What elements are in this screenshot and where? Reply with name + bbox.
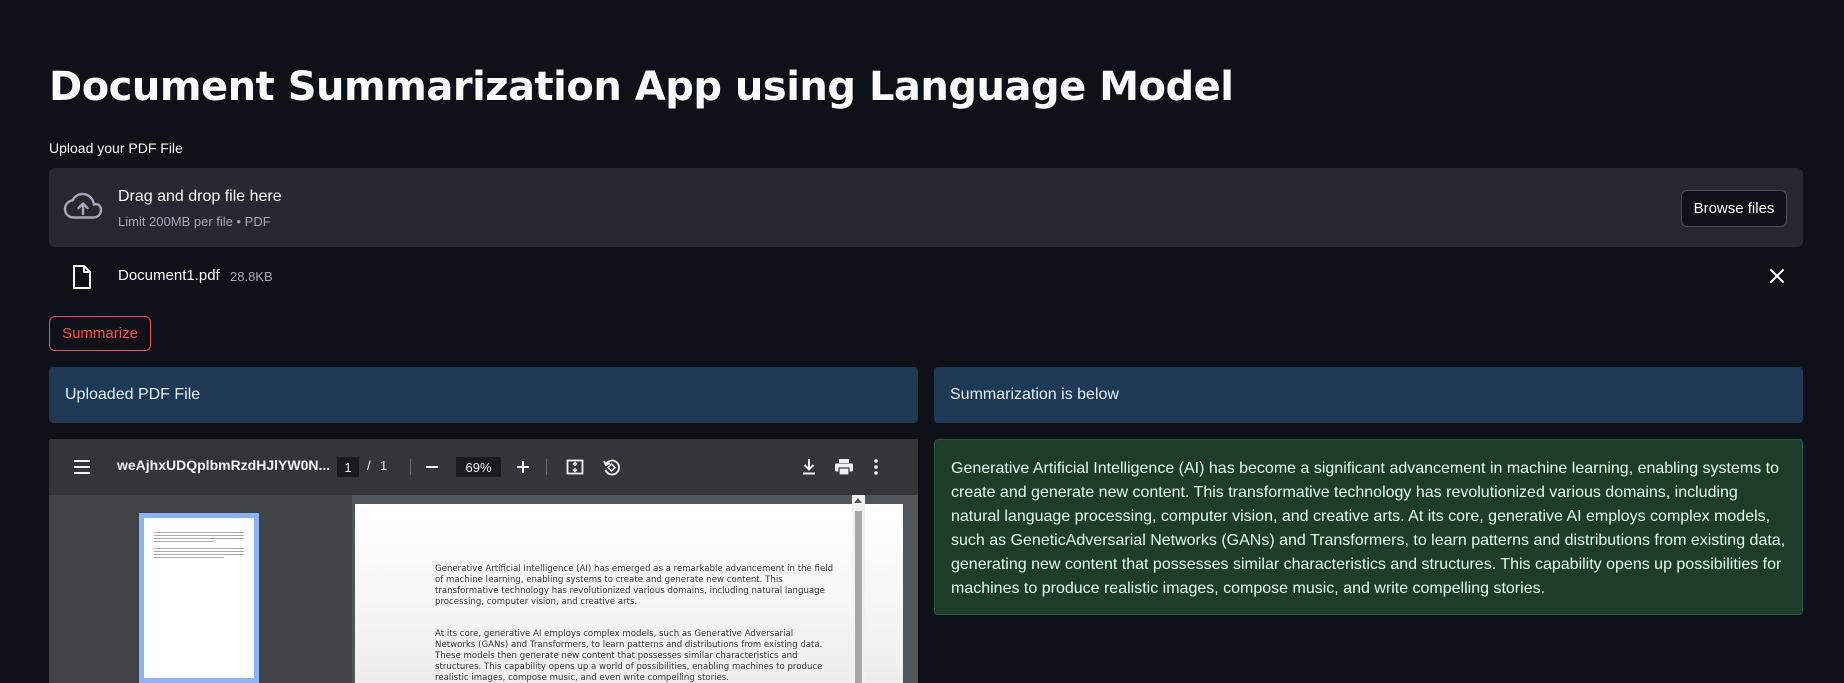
summary-text: Generative Artificial Intelligence (AI) … <box>934 439 1803 615</box>
browse-files-button[interactable]: Browse files <box>1681 190 1787 227</box>
file-icon <box>73 265 91 289</box>
zoom-in-icon[interactable] <box>516 460 530 474</box>
scrollbar-thumb[interactable] <box>855 511 862 683</box>
toolbar-divider <box>410 459 411 475</box>
page-number-input[interactable]: 1 <box>337 457 359 477</box>
zoom-out-icon[interactable] <box>425 460 439 474</box>
print-icon[interactable] <box>834 458 854 476</box>
file-dropzone[interactable]: Drag and drop file here Limit 200MB per … <box>49 168 1803 247</box>
toolbar-divider <box>546 459 547 475</box>
cloud-upload-icon <box>63 192 103 219</box>
scroll-up-arrow-icon[interactable] <box>854 498 862 503</box>
more-options-icon[interactable] <box>873 458 879 476</box>
summary-header: Summarization is below <box>934 367 1803 423</box>
dropzone-title: Drag and drop file here <box>118 188 282 205</box>
page-separator: / <box>367 458 371 473</box>
page-title: Document Summarization App using Languag… <box>49 64 1234 110</box>
zoom-level-input[interactable]: 69% <box>456 457 501 477</box>
pdf-scrollbar[interactable] <box>852 495 865 683</box>
pdf-page: Generative Artificial Intelligence (AI) … <box>355 504 903 683</box>
rotate-icon[interactable] <box>602 458 620 476</box>
pdf-toolbar: weAjhxUDQplbmRzdHJlYW0N... 1 / 1 69% <box>49 439 918 495</box>
pdf-paragraph: Generative Artificial Intelligence (AI) … <box>435 564 834 607</box>
pdf-filename: weAjhxUDQplbmRzdHJlYW0N... <box>117 457 331 473</box>
file-size: 28.8KB <box>230 269 273 284</box>
hamburger-menu-icon[interactable] <box>73 459 91 475</box>
upload-label: Upload your PDF File <box>49 140 183 156</box>
file-name: Document1.pdf <box>118 267 220 284</box>
page-thumbnail-preview <box>144 518 254 678</box>
dropzone-limit: Limit 200MB per file • PDF <box>118 214 271 229</box>
uploaded-file-row: Document1.pdf 28.8KB <box>49 258 1803 294</box>
summarize-button[interactable]: Summarize <box>49 316 151 351</box>
page-thumbnail[interactable] <box>139 513 259 683</box>
uploaded-pdf-header: Uploaded PDF File <box>49 367 918 423</box>
download-icon[interactable] <box>801 458 817 476</box>
close-icon[interactable] <box>1765 264 1789 288</box>
pdf-paragraph: At its core, generative AI employs compl… <box>435 629 823 683</box>
fit-page-icon[interactable] <box>566 458 584 476</box>
page-total: 1 <box>380 458 388 473</box>
app-page: Document Summarization App using Languag… <box>0 0 1844 683</box>
